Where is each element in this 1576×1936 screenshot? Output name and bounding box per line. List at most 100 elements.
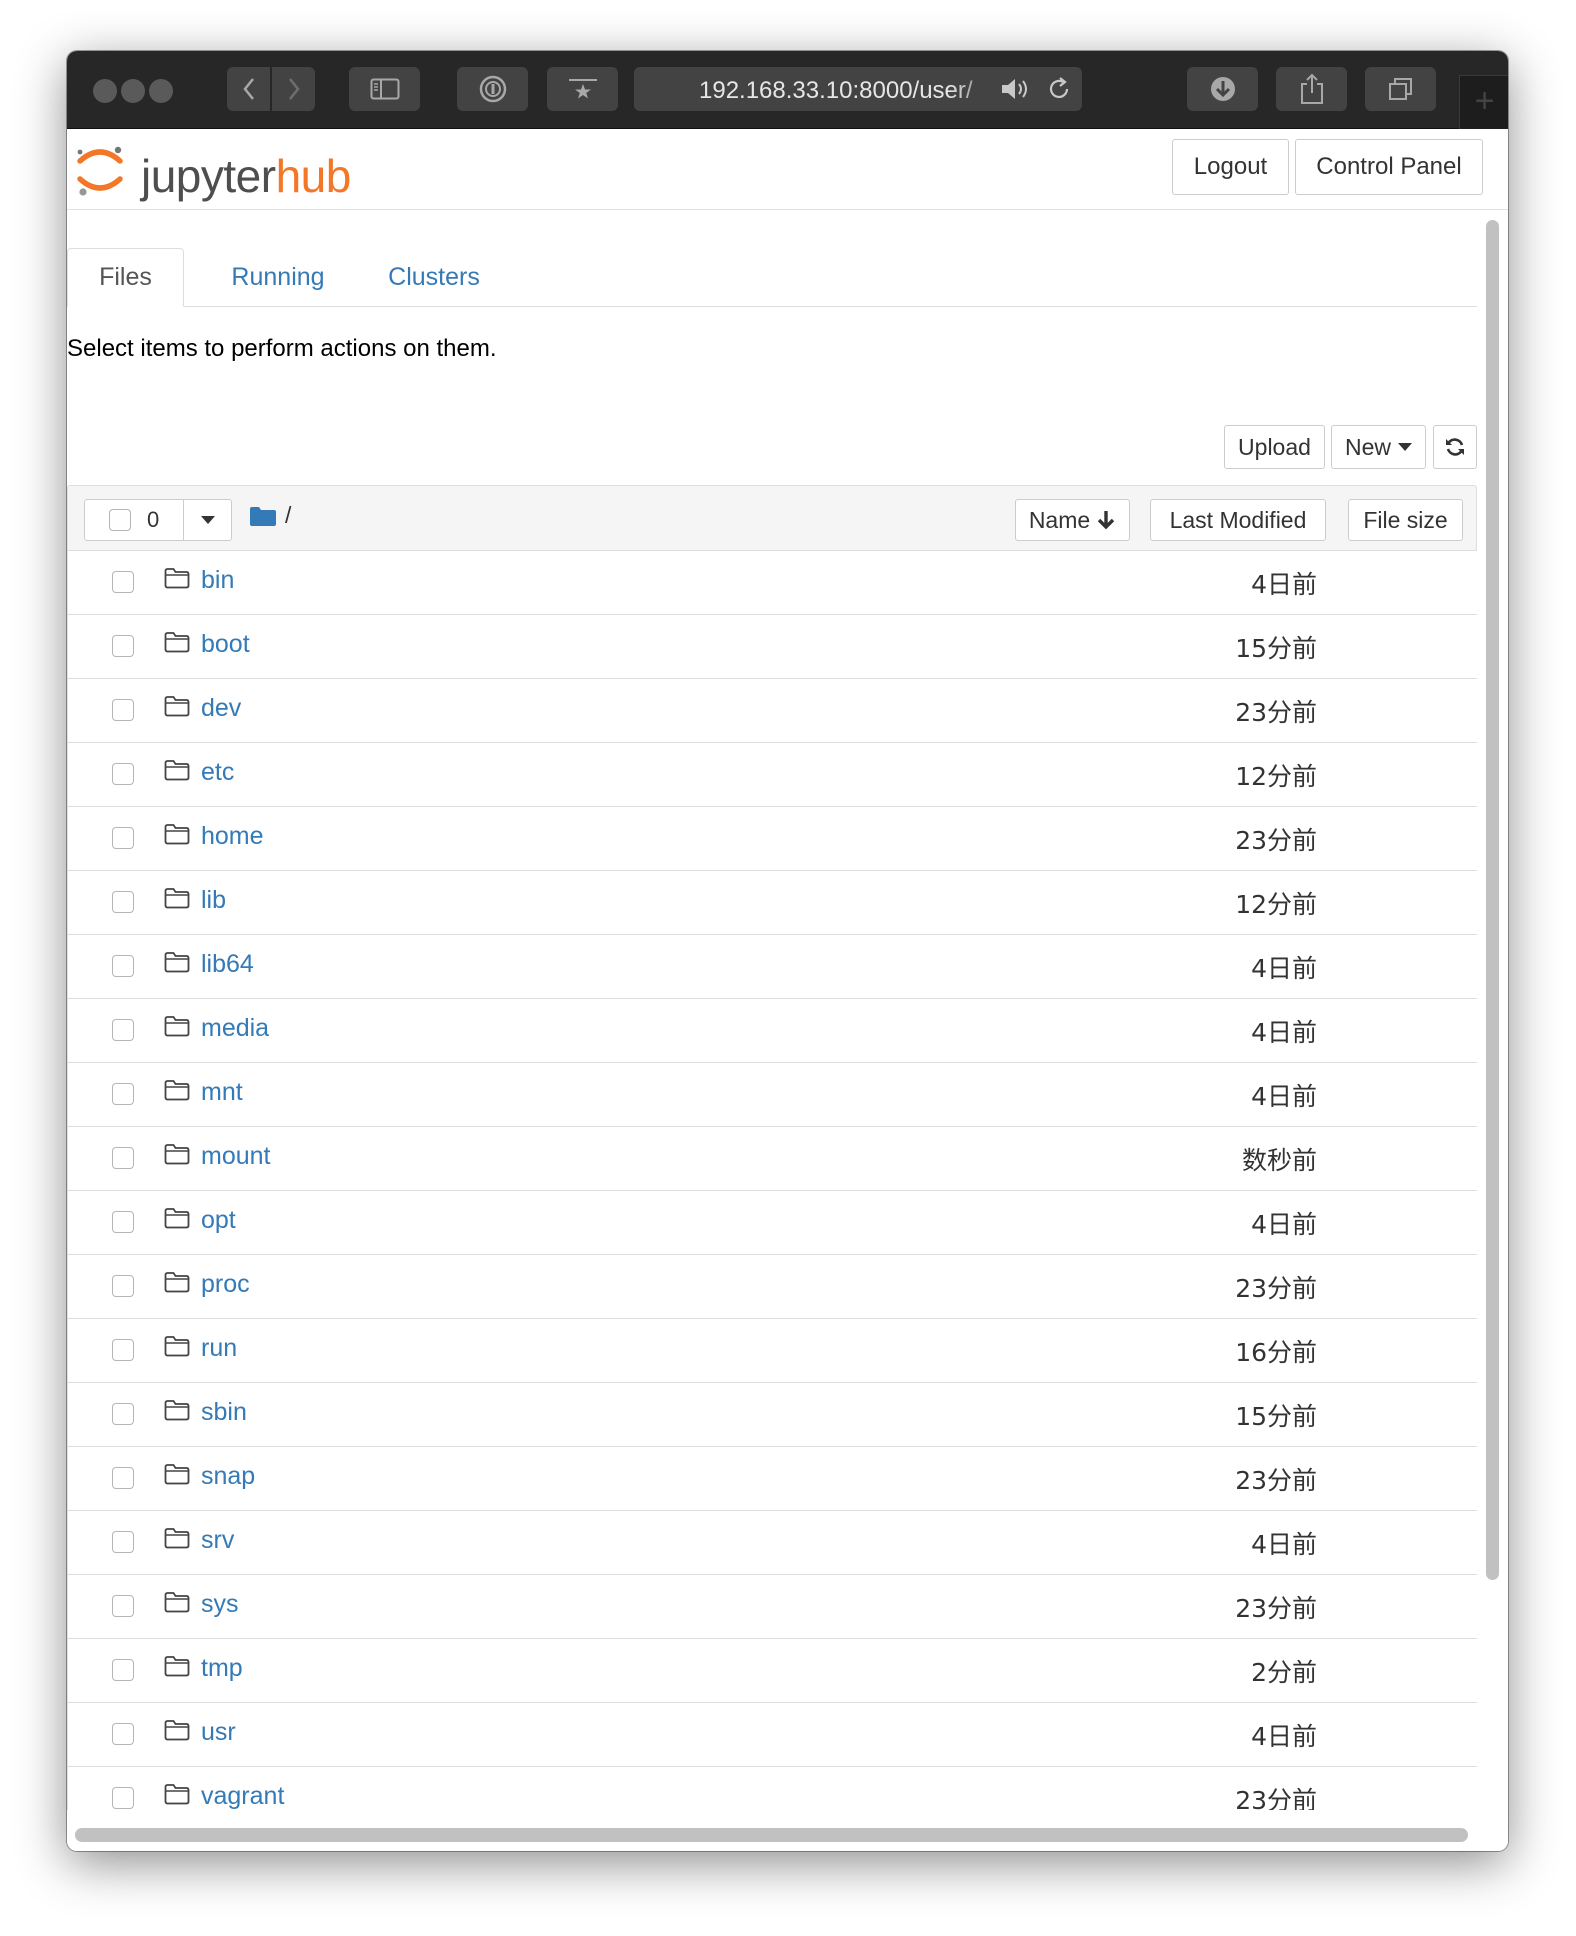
item-name-link[interactable]: lib64 <box>201 950 254 979</box>
item-name-link[interactable]: usr <box>201 1718 236 1747</box>
row-checkbox[interactable] <box>112 1723 134 1745</box>
item-name-link[interactable]: media <box>201 1014 269 1043</box>
row-checkbox[interactable] <box>112 763 134 785</box>
row-checkbox[interactable] <box>112 1531 134 1553</box>
item-name-link[interactable]: sbin <box>201 1398 247 1427</box>
item-name-link[interactable]: boot <box>201 630 250 659</box>
row-checkbox[interactable] <box>112 1147 134 1169</box>
refresh-button[interactable] <box>1433 425 1477 469</box>
item-name-link[interactable]: lib <box>201 886 226 915</box>
row-checkbox[interactable] <box>112 1019 134 1041</box>
row-checkbox[interactable] <box>112 1403 134 1425</box>
file-list-row[interactable]: mount 数秒前 <box>67 1127 1477 1191</box>
row-checkbox[interactable] <box>112 1595 134 1617</box>
item-name-link[interactable]: dev <box>201 694 241 723</box>
file-list-row[interactable]: mnt 4日前 <box>67 1063 1477 1127</box>
file-list-row[interactable]: sys 23分前 <box>67 1575 1477 1639</box>
item-name-link[interactable]: vagrant <box>201 1782 284 1810</box>
file-list-row[interactable]: bin 4日前 <box>67 551 1477 615</box>
zoom-window-button[interactable] <box>149 79 173 103</box>
file-list-row[interactable]: dev 23分前 <box>67 679 1477 743</box>
file-list-row[interactable]: sbin 15分前 <box>67 1383 1477 1447</box>
control-panel-button[interactable]: Control Panel <box>1295 139 1483 195</box>
jupyterhub-logo[interactable]: jupyterhub <box>75 141 351 204</box>
file-list-row[interactable]: etc 12分前 <box>67 743 1477 807</box>
tab-clusters[interactable]: Clusters <box>359 248 509 307</box>
tab-overview-button[interactable] <box>1365 67 1436 111</box>
tab-running[interactable]: Running <box>205 248 351 307</box>
row-checkbox[interactable] <box>112 955 134 977</box>
folder-icon <box>164 696 190 717</box>
file-list-row[interactable]: snap 23分前 <box>67 1447 1477 1511</box>
item-name-link[interactable]: tmp <box>201 1654 243 1683</box>
item-name-link[interactable]: bin <box>201 566 234 595</box>
row-checkbox[interactable] <box>112 827 134 849</box>
file-list-row[interactable]: opt 4日前 <box>67 1191 1477 1255</box>
file-list-row[interactable]: lib64 4日前 <box>67 935 1477 999</box>
sort-by-file-size-button[interactable]: File size <box>1348 499 1463 541</box>
horizontal-scroll-thumb[interactable] <box>75 1828 1468 1842</box>
folder-icon <box>164 1720 190 1741</box>
row-checkbox[interactable] <box>112 1467 134 1489</box>
file-list-row[interactable]: media 4日前 <box>67 999 1477 1063</box>
item-modified: 15分前 <box>1235 634 1317 663</box>
row-checkbox[interactable] <box>112 1787 134 1809</box>
reload-icon[interactable] <box>1046 76 1072 102</box>
new-tab-button[interactable]: + <box>1459 75 1508 129</box>
tab-files[interactable]: Files <box>67 248 184 307</box>
select-all-checkbox[interactable] <box>109 509 131 531</box>
vertical-scrollbar[interactable] <box>1480 212 1504 1827</box>
forward-button[interactable] <box>272 67 315 111</box>
vertical-scroll-thumb[interactable] <box>1486 220 1499 1580</box>
select-menu-button[interactable] <box>183 500 232 540</box>
file-list-row[interactable]: home 23分前 <box>67 807 1477 871</box>
item-name-link[interactable]: opt <box>201 1206 236 1235</box>
item-name-link[interactable]: proc <box>201 1270 250 1299</box>
sort-by-last-modified-button[interactable]: Last Modified <box>1150 499 1326 541</box>
speaker-icon[interactable] <box>1000 77 1034 101</box>
file-list-row[interactable]: run 16分前 <box>67 1319 1477 1383</box>
item-name-link[interactable]: run <box>201 1334 237 1363</box>
row-checkbox[interactable] <box>112 571 134 593</box>
row-checkbox[interactable] <box>112 1275 134 1297</box>
new-button[interactable]: New <box>1331 425 1426 469</box>
minimize-window-button[interactable] <box>121 79 145 103</box>
file-list-row[interactable]: srv 4日前 <box>67 1511 1477 1575</box>
upload-button[interactable]: Upload <box>1224 425 1325 469</box>
sort-by-name-button[interactable]: Name <box>1015 499 1130 541</box>
selected-count: 0 <box>147 507 160 532</box>
logout-button[interactable]: Logout <box>1172 139 1289 195</box>
row-checkbox[interactable] <box>112 1659 134 1681</box>
row-checkbox[interactable] <box>112 1083 134 1105</box>
breadcrumb-root[interactable]: / <box>285 502 291 529</box>
close-window-button[interactable] <box>93 79 117 103</box>
file-list-row[interactable]: tmp 2分前 <box>67 1639 1477 1703</box>
item-name-link[interactable]: sys <box>201 1590 239 1619</box>
item-name-link[interactable]: srv <box>201 1526 234 1555</box>
item-name-link[interactable]: mount <box>201 1142 270 1171</box>
share-button[interactable] <box>1276 67 1347 111</box>
file-list-row[interactable]: usr 4日前 <box>67 1703 1477 1767</box>
item-name-link[interactable]: mnt <box>201 1078 243 1107</box>
row-checkbox[interactable] <box>112 1211 134 1233</box>
sidebar-toggle-button[interactable] <box>349 67 420 111</box>
caret-down-icon <box>1398 443 1412 451</box>
row-checkbox[interactable] <box>112 699 134 721</box>
file-list-row[interactable]: vagrant 23分前 <box>67 1767 1477 1810</box>
item-name-link[interactable]: home <box>201 822 264 851</box>
row-checkbox[interactable] <box>112 1339 134 1361</box>
horizontal-scrollbar[interactable] <box>67 1822 1508 1851</box>
item-name-link[interactable]: snap <box>201 1462 255 1491</box>
bookmark-button[interactable] <box>547 67 618 111</box>
folder-open-icon[interactable] <box>250 506 276 526</box>
file-list-row[interactable]: lib 12分前 <box>67 871 1477 935</box>
back-button[interactable] <box>227 67 270 111</box>
file-list-row[interactable]: proc 23分前 <box>67 1255 1477 1319</box>
item-name-link[interactable]: etc <box>201 758 234 787</box>
password-manager-button[interactable] <box>457 67 528 111</box>
address-bar[interactable]: 192.168.33.10:8000/user/ <box>634 67 1082 111</box>
row-checkbox[interactable] <box>112 635 134 657</box>
row-checkbox[interactable] <box>112 891 134 913</box>
file-list-row[interactable]: boot 15分前 <box>67 615 1477 679</box>
downloads-button[interactable] <box>1187 67 1258 111</box>
